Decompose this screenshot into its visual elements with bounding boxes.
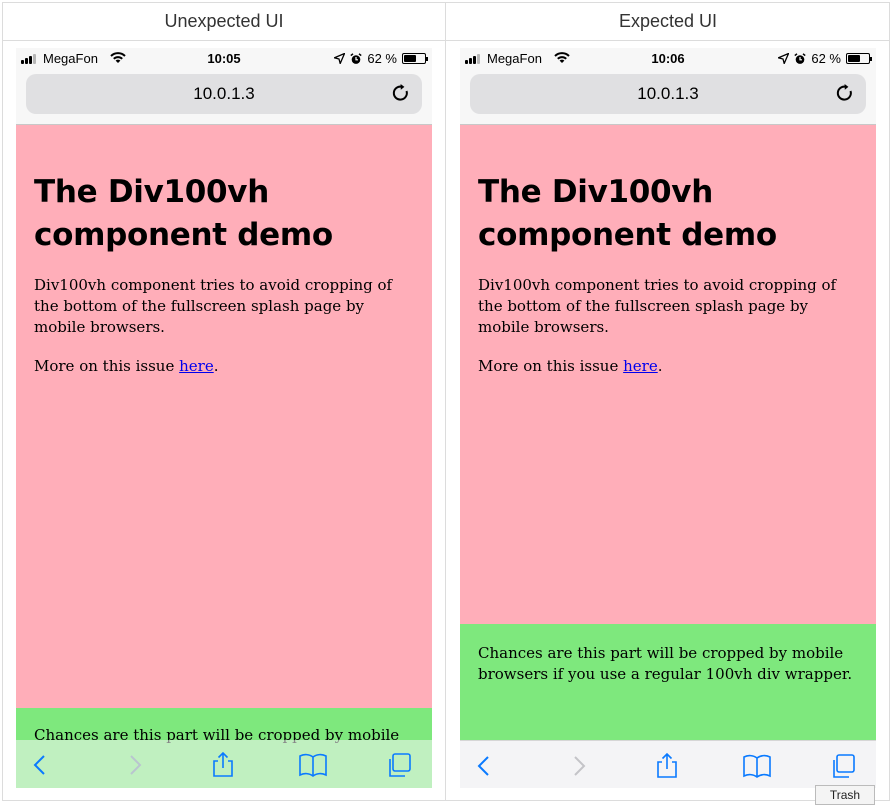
location-arrow-icon	[778, 53, 790, 64]
expected-ui-screenshot: MegaFon 10:06 62 % 10.0.1.3 The Div100vh…	[460, 48, 876, 788]
description-text: Div100vh component tries to avoid croppi…	[34, 276, 393, 336]
footer-section: Chances are this part will be cropped by…	[460, 624, 876, 740]
status-bar: MegaFon 10:06 62 %	[460, 48, 876, 70]
reload-icon[interactable]	[834, 82, 856, 104]
url-text: 10.0.1.3	[193, 84, 255, 103]
here-link[interactable]: here	[179, 357, 214, 375]
back-icon[interactable]	[28, 752, 54, 778]
tabs-icon[interactable]	[830, 753, 856, 779]
address-bar[interactable]: 10.0.1.3	[470, 74, 866, 114]
alarm-clock-icon	[794, 52, 807, 64]
footer-text: Chances are this part will be cropped by…	[478, 644, 853, 683]
description-text: Div100vh component tries to avoid croppi…	[478, 276, 837, 336]
share-icon[interactable]	[654, 753, 680, 779]
browser-toolbar	[16, 740, 432, 788]
expected-ui-header: Expected UI	[618, 11, 718, 31]
address-bar[interactable]: 10.0.1.3	[26, 74, 422, 114]
forward-icon[interactable]	[121, 752, 147, 778]
here-link[interactable]: here	[623, 357, 658, 375]
header-divider	[2, 40, 890, 41]
page-title: The Div100vh component demo	[478, 174, 777, 253]
splash-section: The Div100vh component demo Div100vh com…	[460, 125, 876, 624]
reload-icon[interactable]	[390, 82, 412, 104]
forward-icon[interactable]	[565, 753, 591, 779]
bookmarks-icon[interactable]	[742, 753, 772, 779]
splash-section: The Div100vh component demo Div100vh com…	[16, 125, 432, 708]
tabs-icon[interactable]	[386, 752, 412, 778]
page-title: The Div100vh component demo	[34, 174, 333, 253]
bookmarks-icon[interactable]	[298, 752, 328, 778]
more-info-text: More on this issue here.	[34, 357, 219, 375]
battery-icon	[402, 53, 428, 64]
url-text: 10.0.1.3	[637, 84, 699, 103]
column-divider	[445, 2, 446, 801]
battery-icon	[846, 53, 872, 64]
unexpected-ui-screenshot: MegaFon 10:05 62 % 10.0.1.3 The Div100vh…	[16, 48, 432, 788]
back-icon[interactable]	[472, 753, 498, 779]
alarm-clock-icon	[350, 52, 363, 64]
status-bar: MegaFon 10:05 62 %	[16, 48, 432, 70]
browser-toolbar	[460, 740, 876, 788]
battery-percentage: 62 %	[367, 51, 397, 66]
share-icon[interactable]	[210, 752, 236, 778]
more-info-text: More on this issue here.	[478, 357, 663, 375]
unexpected-ui-header: Unexpected UI	[164, 11, 284, 31]
trash-tooltip: Trash	[815, 785, 875, 805]
battery-percentage: 62 %	[811, 51, 841, 66]
location-arrow-icon	[334, 53, 346, 64]
